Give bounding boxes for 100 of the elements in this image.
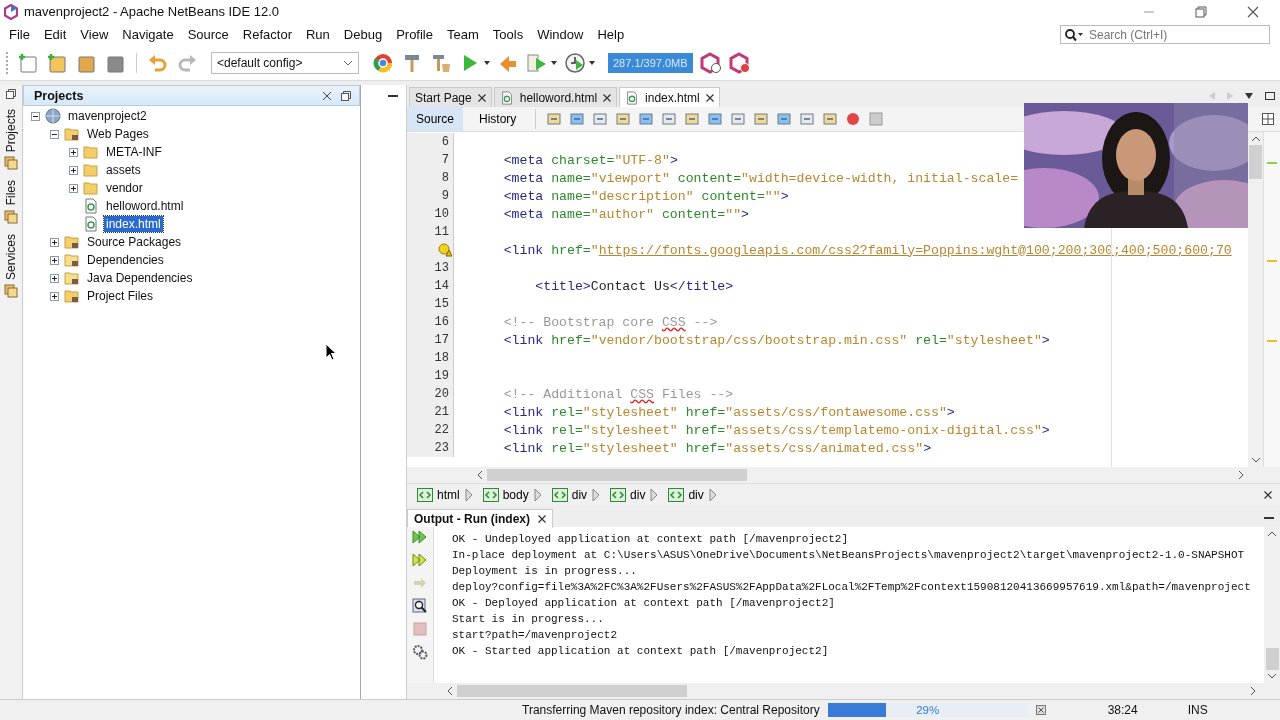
collapse-icon[interactable] [50,129,59,139]
menu-item[interactable]: Window [530,25,591,44]
config-dropdown[interactable]: <default config> [211,52,359,74]
close-icon[interactable] [538,514,546,523]
maximize-icon[interactable] [1265,92,1275,100]
magnifier-icon[interactable] [412,598,428,614]
tree-item[interactable]: helloword.html [104,198,186,214]
menu-item[interactable]: Run [298,25,337,44]
editor-tab[interactable]: helloword.html [493,87,618,107]
scroll-right-icon[interactable] [1239,471,1244,479]
menu-item[interactable]: Profile [389,25,440,44]
scroll-up-icon[interactable] [1251,136,1260,141]
menu-item[interactable]: Refactor [235,25,299,44]
close-icon[interactable] [1264,490,1272,499]
expand-icon[interactable] [50,255,59,265]
split-window-icon[interactable] [1262,113,1274,125]
lightbulb-warning-icon[interactable] [438,243,452,257]
expand-icon[interactable] [69,183,78,193]
dropdown-icon[interactable] [1245,93,1253,99]
scroll-down-icon[interactable] [1268,674,1276,679]
hexagon-clock-icon[interactable] [699,52,722,74]
editor-tab[interactable]: index.html [619,87,720,107]
menu-item[interactable]: Team [440,25,486,44]
collapse-icon[interactable] [31,111,40,121]
restore-icon[interactable] [1195,5,1207,18]
close-icon[interactable] [1247,5,1259,18]
cancel-task-icon[interactable] [1035,705,1046,715]
menu-item[interactable]: Debug [336,25,390,44]
tree-item[interactable]: index.html [104,216,163,232]
chevron-right-icon [464,487,473,502]
side-tab[interactable]: Files [4,180,18,206]
redo-icon[interactable] [176,52,198,74]
tree-item[interactable]: Source Packages [85,234,184,250]
breadcrumb-item[interactable]: html [415,487,462,502]
scrollbar-thumb[interactable] [457,685,687,697]
scrollbar-thumb[interactable] [1249,145,1262,179]
undo-icon[interactable] [147,52,169,74]
horizontal-scrollbar[interactable] [407,467,1280,483]
side-tab[interactable]: Projects [4,109,18,153]
clock-icon[interactable] [564,52,586,74]
caret-icon[interactable] [589,61,595,65]
menu-item[interactable]: Help [590,25,632,44]
view-toggle[interactable]: History [470,107,526,131]
horizontal-scrollbar[interactable] [407,683,1280,699]
scroll-left-icon[interactable] [447,687,452,695]
breadcrumb-item[interactable]: div [549,487,590,502]
rerun-with-options-icon[interactable] [412,552,428,568]
menu-item[interactable]: Navigate [115,25,181,44]
line-number: 9 [441,189,449,203]
close-icon[interactable] [477,93,486,102]
scrollbar-thumb[interactable] [487,469,747,481]
menu-item[interactable]: Edit [36,25,74,44]
new-file-icon[interactable] [17,52,39,74]
minimize-icon[interactable] [1264,516,1274,520]
tree-item[interactable]: mavenproject2 [66,108,149,124]
editor-tab[interactable]: Start Page [409,87,492,107]
caret-icon[interactable] [551,61,557,65]
hexagon-stop-icon[interactable] [728,52,751,74]
caret-icon[interactable] [484,61,490,65]
menu-item[interactable]: View [73,25,116,44]
menu-item[interactable]: File [2,25,37,44]
side-tab[interactable]: Services [4,233,18,280]
vertical-scrollbar[interactable] [1248,132,1263,467]
expand-icon[interactable] [50,273,59,283]
expand-icon[interactable] [69,165,78,175]
tree-item[interactable]: Project Files [85,288,156,304]
expand-icon[interactable] [69,147,78,157]
breadcrumb-item[interactable]: body [480,487,531,502]
scrollbar-thumb[interactable] [1265,648,1279,670]
restore-window-icon[interactable] [341,90,351,101]
tree-item[interactable]: Dependencies [85,252,166,268]
tree-item[interactable]: assets [104,162,143,178]
close-icon[interactable] [603,93,612,102]
scroll-down-icon[interactable] [1251,458,1260,463]
close-icon[interactable] [322,90,332,101]
restore-window-icon[interactable] [6,89,16,99]
tree-item[interactable]: META-INF [104,144,164,160]
tree-item[interactable]: vendor [104,180,145,196]
new-project-icon[interactable] [46,52,68,74]
record-macro-icon[interactable] [845,111,862,127]
minimize-icon[interactable] [388,94,398,98]
code-line: <meta name="author" content=""> [502,206,749,222]
menu-item[interactable]: Source [180,25,236,44]
tree-item[interactable]: Web Pages [85,126,151,142]
gear-icon[interactable] [412,644,428,660]
search-field[interactable]: Search (Ctrl+I) [1060,25,1270,44]
close-icon[interactable] [705,93,714,102]
expand-icon[interactable] [50,237,59,247]
view-toggle[interactable]: Source [407,107,464,131]
output-tab[interactable]: Output - Run (index) [407,508,553,528]
breadcrumb-item[interactable]: div [666,487,706,502]
breadcrumb-item[interactable]: div [608,487,648,502]
expand-icon[interactable] [50,291,59,301]
scroll-up-icon[interactable] [1268,531,1276,536]
scroll-left-icon[interactable] [477,471,482,479]
scroll-right-icon[interactable] [1251,687,1256,695]
tree-item[interactable]: Java Dependencies [85,270,195,286]
menu-item[interactable]: Tools [485,25,531,44]
browser-icon[interactable] [372,52,394,74]
clean-build-icon[interactable] [430,52,452,74]
